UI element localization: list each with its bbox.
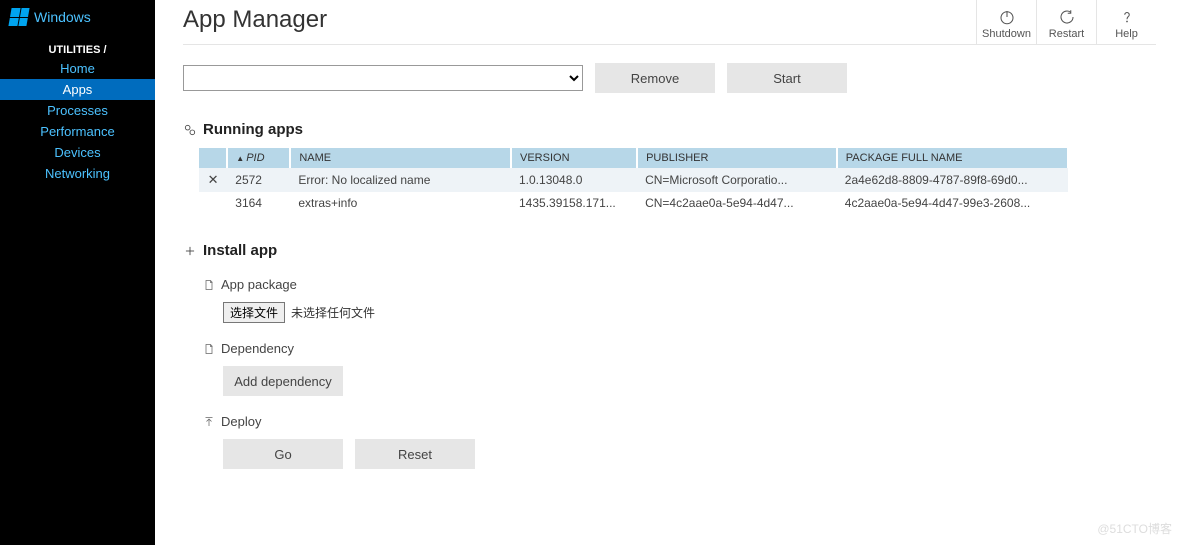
deploy-heading: Deploy — [203, 414, 1156, 429]
header: App Manager Shutdown Restart Help — [183, 0, 1156, 45]
upload-icon — [203, 415, 215, 429]
dependency-label: Dependency — [221, 341, 294, 356]
plus-icon — [183, 244, 197, 258]
breadcrumb: UTILITIES / — [0, 44, 155, 56]
running-apps-heading: Running apps — [183, 121, 1156, 138]
col-version[interactable]: VERSION — [511, 148, 637, 168]
col-publisher[interactable]: PUBLISHER — [637, 148, 837, 168]
app-package-label: App package — [221, 277, 297, 292]
table-header-row: ▲PID NAME VERSION PUBLISHER PACKAGE FULL… — [199, 148, 1068, 168]
sidebar-item-performance[interactable]: Performance — [0, 121, 155, 142]
cell-version: 1435.39158.171... — [511, 192, 637, 214]
running-apps-table: ▲PID NAME VERSION PUBLISHER PACKAGE FULL… — [199, 148, 1069, 214]
cell-name: extras+info — [290, 192, 511, 214]
no-file-text: 未选择任何文件 — [291, 304, 375, 321]
file-input-row: 选择文件 未选择任何文件 — [223, 302, 1156, 323]
sidebar-item-apps[interactable]: Apps — [0, 79, 155, 100]
sidebar-item-home[interactable]: Home — [0, 58, 155, 79]
app-package-section: App package 选择文件 未选择任何文件 — [203, 277, 1156, 323]
sidebar-item-devices[interactable]: Devices — [0, 142, 155, 163]
app-select[interactable] — [183, 65, 583, 91]
help-icon — [1118, 8, 1136, 26]
table-row[interactable]: ✕ 2572 Error: No localized name 1.0.1304… — [199, 168, 1068, 192]
cell-publisher: CN=Microsoft Corporatio... — [637, 168, 837, 192]
app-package-heading: App package — [203, 277, 1156, 292]
restart-button[interactable]: Restart — [1036, 0, 1096, 44]
close-icon[interactable] — [199, 192, 227, 214]
cell-name: Error: No localized name — [290, 168, 511, 192]
brand: Windows — [0, 0, 155, 34]
page-title: App Manager — [183, 0, 327, 44]
sort-asc-icon: ▲ — [236, 154, 244, 163]
choose-file-button[interactable]: 选择文件 — [223, 302, 285, 323]
cell-version: 1.0.13048.0 — [511, 168, 637, 192]
file-icon — [203, 278, 215, 292]
col-close[interactable] — [199, 148, 227, 168]
sidebar: Windows UTILITIES / Home Apps Processes … — [0, 0, 155, 545]
cell-publisher: CN=4c2aae0a-5e94-4d47... — [637, 192, 837, 214]
deploy-label: Deploy — [221, 414, 261, 429]
add-dependency-button[interactable]: Add dependency — [223, 366, 343, 396]
restart-icon — [1058, 8, 1076, 26]
file-icon — [203, 342, 215, 356]
sidebar-item-processes[interactable]: Processes — [0, 100, 155, 121]
table-row[interactable]: 3164 extras+info 1435.39158.171... CN=4c… — [199, 192, 1068, 214]
shutdown-button[interactable]: Shutdown — [976, 0, 1036, 44]
col-package[interactable]: PACKAGE FULL NAME — [837, 148, 1068, 168]
help-button[interactable]: Help — [1096, 0, 1156, 44]
col-name[interactable]: NAME — [290, 148, 511, 168]
cell-pid: 3164 — [227, 192, 290, 214]
gears-icon — [183, 123, 197, 137]
cell-pid: 2572 — [227, 168, 290, 192]
deploy-section: Deploy Go Reset — [203, 414, 1156, 469]
header-actions: Shutdown Restart Help — [976, 0, 1156, 44]
close-icon[interactable]: ✕ — [199, 168, 227, 192]
help-label: Help — [1115, 28, 1138, 40]
col-pid[interactable]: ▲PID — [227, 148, 290, 168]
cell-package: 2a4e62d8-8809-4787-89f8-69d0... — [837, 168, 1068, 192]
start-button[interactable]: Start — [727, 63, 847, 93]
cell-package: 4c2aae0a-5e94-4d47-99e3-2608... — [837, 192, 1068, 214]
install-app-label: Install app — [203, 242, 277, 259]
shutdown-label: Shutdown — [982, 28, 1031, 40]
dependency-heading: Dependency — [203, 341, 1156, 356]
toolbar: Remove Start — [183, 63, 1156, 93]
windows-logo-icon — [8, 8, 29, 26]
power-icon — [998, 8, 1016, 26]
sidebar-item-networking[interactable]: Networking — [0, 163, 155, 184]
install-app-heading: Install app — [183, 242, 1156, 259]
remove-button[interactable]: Remove — [595, 63, 715, 93]
reset-button[interactable]: Reset — [355, 439, 475, 469]
restart-label: Restart — [1049, 28, 1084, 40]
deploy-buttons: Go Reset — [203, 439, 1156, 469]
main: App Manager Shutdown Restart Help Remove — [155, 0, 1184, 545]
brand-text: Windows — [34, 9, 91, 25]
watermark: @51CTO博客 — [1097, 520, 1172, 537]
go-button[interactable]: Go — [223, 439, 343, 469]
nav: Home Apps Processes Performance Devices … — [0, 58, 155, 184]
running-apps-label: Running apps — [203, 121, 303, 138]
dependency-section: Dependency Add dependency — [203, 341, 1156, 396]
